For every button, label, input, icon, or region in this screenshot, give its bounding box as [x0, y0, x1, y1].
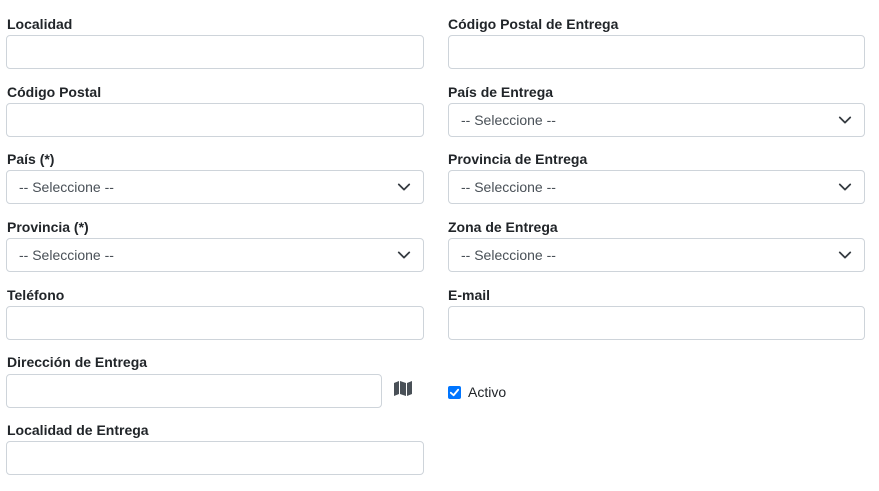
provincia-entrega-label: Provincia de Entrega	[448, 151, 588, 167]
codigo-postal-entrega-label: Código Postal de Entrega	[448, 16, 619, 32]
chevron-down-icon	[838, 116, 852, 124]
provincia-entrega-selected: -- Seleccione --	[461, 179, 556, 195]
chevron-down-icon	[397, 183, 411, 191]
localidad-entrega-label: Localidad de Entrega	[7, 422, 149, 438]
pais-selected: -- Seleccione --	[19, 179, 114, 195]
provincia-select[interactable]: -- Seleccione --	[6, 238, 424, 272]
direccion-entrega-input[interactable]	[7, 375, 381, 407]
localidad-field	[6, 35, 424, 69]
codigo-postal-field	[6, 103, 424, 137]
zona-entrega-select[interactable]: -- Seleccione --	[448, 238, 865, 272]
chevron-down-icon	[838, 251, 852, 259]
localidad-label: Localidad	[7, 16, 73, 32]
pais-entrega-selected: -- Seleccione --	[461, 112, 556, 128]
telefono-input[interactable]	[7, 307, 423, 339]
pais-entrega-select[interactable]: -- Seleccione --	[448, 103, 865, 137]
localidad-input[interactable]	[7, 36, 423, 68]
pais-entrega-label: País de Entrega	[448, 84, 554, 100]
localidad-entrega-field	[6, 441, 424, 475]
email-field	[448, 306, 865, 340]
direccion-entrega-label: Dirección de Entrega	[7, 354, 148, 370]
direccion-entrega-field	[6, 374, 382, 408]
zona-entrega-selected: -- Seleccione --	[461, 247, 556, 263]
email-label: E-mail	[448, 287, 491, 303]
activo-checkbox-group: Activo	[448, 384, 506, 400]
check-icon	[449, 388, 460, 396]
chevron-down-icon	[838, 183, 852, 191]
map-icon[interactable]	[393, 380, 413, 396]
provincia-selected: -- Seleccione --	[19, 247, 114, 263]
activo-checkbox[interactable]	[448, 385, 461, 399]
localidad-entrega-input[interactable]	[7, 442, 423, 474]
codigo-postal-entrega-field	[448, 35, 865, 69]
email-input[interactable]	[449, 307, 864, 339]
telefono-field	[6, 306, 424, 340]
pais-label: País (*)	[7, 151, 55, 167]
zona-entrega-label: Zona de Entrega	[448, 219, 558, 235]
telefono-label: Teléfono	[7, 287, 65, 303]
codigo-postal-entrega-input[interactable]	[449, 36, 864, 68]
provincia-label: Provincia (*)	[7, 219, 89, 235]
provincia-entrega-select[interactable]: -- Seleccione --	[448, 170, 865, 204]
pais-select[interactable]: -- Seleccione --	[6, 170, 424, 204]
codigo-postal-input[interactable]	[7, 104, 423, 136]
chevron-down-icon	[397, 251, 411, 259]
activo-label: Activo	[468, 384, 507, 400]
codigo-postal-label: Código Postal	[7, 84, 102, 100]
